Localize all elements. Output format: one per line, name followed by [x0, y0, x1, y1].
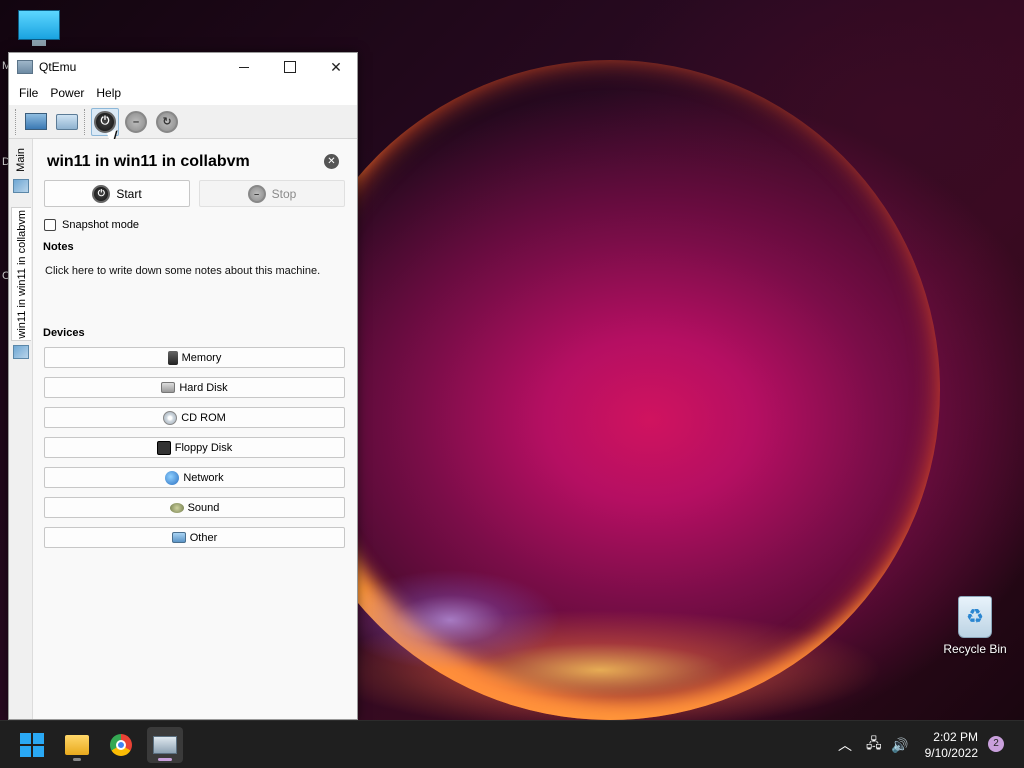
clock-date: 9/10/2022	[924, 746, 978, 760]
tab-vm[interactable]: win11 in win11 in collabvm	[11, 207, 31, 341]
monitor-icon	[18, 10, 60, 40]
recycle-bin-icon: ♻	[958, 596, 992, 638]
maximize-button[interactable]	[267, 53, 313, 81]
clock[interactable]: 2:02 PM 9/10/2022	[912, 729, 978, 761]
device-sound-button[interactable]: Sound	[44, 497, 345, 518]
close-tab-icon[interactable]: ✕	[324, 154, 339, 169]
toolbar-grip[interactable]	[15, 108, 18, 135]
recycle-bin-label: Recycle Bin	[943, 642, 1007, 656]
device-label: Network	[183, 471, 224, 484]
reset-icon: ↻	[156, 110, 178, 133]
snapshot-mode-label: Snapshot mode	[62, 219, 140, 231]
network-icon[interactable]: 🖧	[866, 721, 882, 768]
globe-icon	[165, 470, 180, 485]
device-network-button[interactable]: Network	[44, 467, 345, 488]
close-button[interactable]	[313, 53, 359, 81]
start-button[interactable]: ⏻ Start	[44, 180, 190, 207]
stop-icon: –	[125, 110, 147, 133]
power-icon: ⏻	[94, 110, 116, 133]
device-label: Sound	[187, 501, 220, 514]
tab-vm-label: win11 in win11 in collabvm	[15, 209, 28, 339]
volume-icon[interactable]: 🔊	[891, 721, 908, 768]
sound-card-icon	[169, 502, 184, 513]
toolbar: ⏻ – ↻	[9, 105, 357, 139]
cd-icon	[163, 410, 178, 425]
vm-thumbnail-icon	[13, 345, 29, 359]
stop-icon: –	[247, 184, 266, 203]
tab-main-label: Main	[15, 148, 27, 172]
this-pc-desktop-icon[interactable]	[16, 10, 62, 50]
vm-thumbnail-icon	[13, 179, 29, 193]
device-label: Other	[189, 531, 218, 544]
notification-badge[interactable]: 2	[988, 736, 1004, 752]
device-other-button[interactable]: Other	[44, 527, 345, 548]
printer-icon	[56, 113, 78, 130]
qtemu-icon	[153, 736, 177, 754]
device-label: Memory	[181, 351, 222, 364]
stop-vm-toolbar-button[interactable]: –	[122, 108, 150, 136]
computer-icon	[171, 532, 186, 543]
start-label: Start	[116, 186, 142, 201]
clock-time: 2:02 PM	[933, 730, 978, 744]
floppy-icon	[156, 440, 171, 455]
device-floppy-button[interactable]: Floppy Disk	[44, 437, 345, 458]
notes-field[interactable]: Click here to write down some notes abou…	[45, 265, 320, 277]
snapshot-mode-checkbox[interactable]	[44, 219, 56, 231]
chevron-up-icon[interactable]: ︿	[838, 721, 852, 768]
main-panel: Main win11 in win11 in collabvm win11 in…	[9, 139, 357, 719]
start-icon	[20, 733, 44, 757]
monitor-icon	[25, 113, 47, 130]
device-label: Hard Disk	[179, 381, 228, 394]
memory-icon	[167, 350, 178, 365]
device-cd-rom-button[interactable]: CD ROM	[44, 407, 345, 428]
minimize-button[interactable]	[221, 53, 267, 81]
taskbar-chrome[interactable]	[103, 727, 139, 763]
stop-label: Stop	[271, 186, 297, 201]
notes-heading: Notes	[43, 241, 74, 253]
toolbar-grip[interactable]	[84, 108, 87, 135]
side-tab-bar: Main win11 in win11 in collabvm	[9, 139, 33, 719]
menu-bar: File Power Help	[9, 81, 357, 105]
machine-name: win11 in win11 in collabvm	[47, 153, 250, 170]
new-machine-button[interactable]	[22, 108, 50, 136]
menu-file[interactable]: File	[13, 86, 44, 100]
settings-button[interactable]	[53, 108, 81, 136]
recycle-bin-desktop-icon[interactable]: ♻ Recycle Bin	[940, 596, 1010, 656]
qtemu-app-icon	[17, 60, 33, 74]
start-button[interactable]	[14, 727, 50, 763]
device-memory-button[interactable]: Memory	[44, 347, 345, 368]
window-title: QtEmu	[39, 60, 77, 74]
device-label: Floppy Disk	[174, 441, 233, 454]
snapshot-mode-option[interactable]: Snapshot mode	[44, 219, 139, 231]
stop-button[interactable]: – Stop	[199, 180, 345, 207]
title-bar[interactable]: QtEmu	[9, 53, 357, 81]
devices-heading: Devices	[43, 327, 85, 339]
taskbar-qtemu[interactable]	[147, 727, 183, 763]
hard-disk-icon	[161, 382, 176, 393]
menu-help[interactable]: Help	[90, 86, 127, 100]
device-label: CD ROM	[181, 411, 226, 424]
file-explorer-icon	[65, 735, 89, 755]
taskbar: ︿ 🖧 🔊 2:02 PM 9/10/2022	[0, 720, 1024, 768]
power-icon: ⏻	[92, 184, 111, 203]
taskbar-file-explorer[interactable]	[59, 727, 95, 763]
menu-power[interactable]: Power	[44, 86, 90, 100]
qtemu-window: QtEmu File Power Help ⏻ – ↻ Main win11 i…	[8, 52, 358, 720]
wallpaper-glow-left	[340, 560, 560, 680]
reset-vm-toolbar-button[interactable]: ↻	[153, 108, 181, 136]
tab-main[interactable]: Main	[11, 145, 31, 175]
chrome-icon	[110, 734, 132, 756]
device-hard-disk-button[interactable]: Hard Disk	[44, 377, 345, 398]
